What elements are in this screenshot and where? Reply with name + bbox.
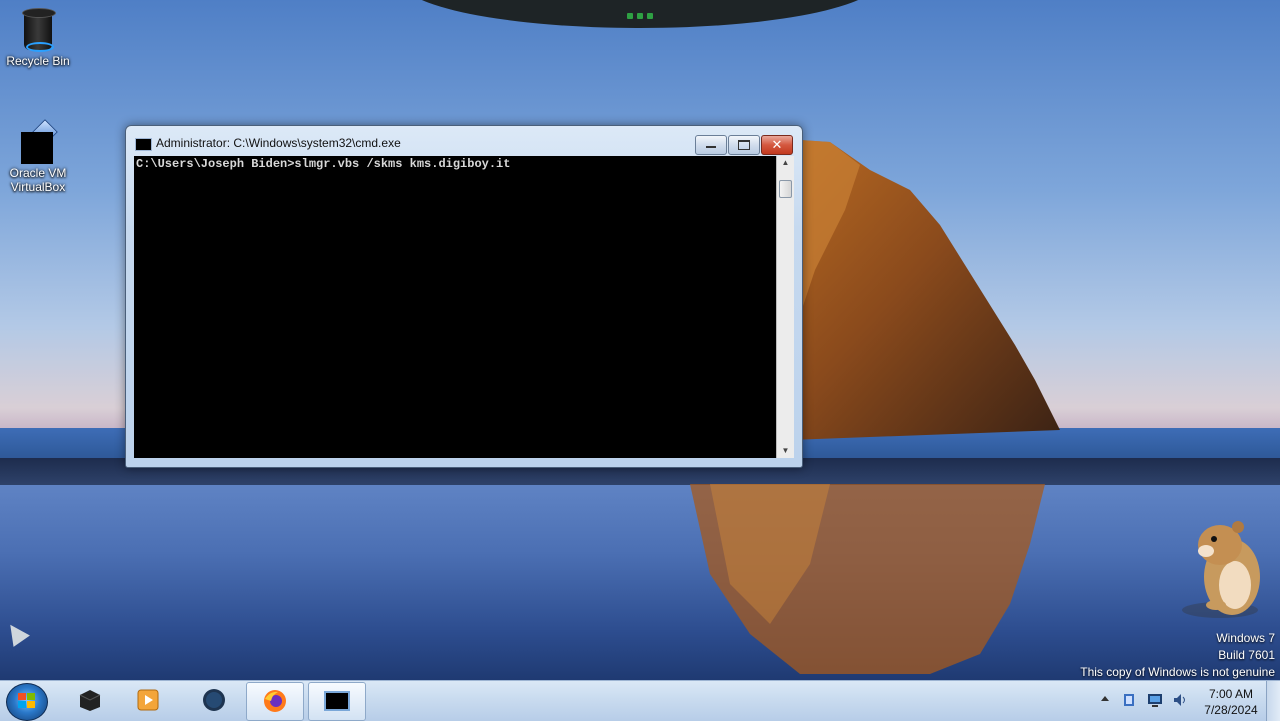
watermark-os: Windows 7 — [1216, 631, 1275, 645]
action-center-icon[interactable] — [1121, 692, 1137, 708]
cmd-icon — [324, 691, 350, 711]
taskbar-command-prompt[interactable] — [308, 682, 366, 721]
show-hidden-icons-icon[interactable] — [1101, 696, 1109, 701]
cmd-icon — [135, 138, 152, 151]
minimize-button[interactable] — [695, 135, 727, 155]
window-titlebar[interactable]: Administrator: C:\Windows\system32\cmd.e… — [126, 126, 802, 156]
desktop-icon-label-line1: Oracle VM — [9, 166, 67, 180]
maximize-button[interactable] — [728, 135, 760, 155]
maximize-icon — [738, 140, 750, 150]
console-area[interactable]: C:\Users\Joseph Biden>slmgr.vbs /skms km… — [134, 156, 776, 458]
watermark-notice: This copy of Windows is not genuine — [1080, 665, 1275, 679]
cmd-window[interactable]: Administrator: C:\Windows\system32\cmd.e… — [125, 125, 803, 468]
system-clock[interactable]: 7:00 AM 7/28/2024 — [1196, 686, 1266, 718]
globe-icon — [203, 689, 225, 711]
firefox-icon — [264, 690, 286, 712]
sea-rock — [790, 140, 1060, 440]
media-player-icon — [137, 689, 159, 711]
volume-icon[interactable] — [1172, 692, 1188, 708]
windows-logo-icon — [18, 693, 36, 709]
scroll-down-icon[interactable]: ▼ — [777, 444, 794, 458]
vertical-scrollbar[interactable]: ▲ ▼ — [776, 156, 794, 458]
recycle-bin-icon — [20, 6, 56, 52]
top-gadget — [400, 0, 880, 28]
virtualbox-icon — [19, 119, 58, 164]
desktop-icon-label-line2: VirtualBox — [10, 180, 66, 194]
network-icon[interactable] — [1147, 692, 1163, 708]
clock-time: 7:00 AM — [1208, 687, 1254, 701]
taskbar-globe-app[interactable] — [186, 682, 242, 719]
desktop: Recycle Bin Oracle VM VirtualBox Adminis… — [0, 0, 1280, 680]
close-icon: ✕ — [771, 137, 783, 152]
taskbar-media-player[interactable] — [120, 682, 176, 719]
rock-reflection — [690, 484, 1045, 674]
taskbar-firefox[interactable] — [246, 682, 304, 721]
desktop-icon-virtualbox[interactable]: Oracle VM VirtualBox — [0, 119, 76, 194]
minimize-icon — [706, 146, 716, 148]
watermark-build: Build 7601 — [1218, 648, 1275, 662]
hamster-gadget-icon — [1182, 521, 1260, 618]
desktop-icon-recycle-bin[interactable]: Recycle Bin — [0, 6, 76, 68]
console-line: C:\Users\Joseph Biden>slmgr.vbs /skms km… — [136, 157, 511, 171]
clock-date: 7/28/2024 — [1204, 703, 1258, 717]
scroll-up-icon[interactable]: ▲ — [777, 156, 794, 170]
close-button[interactable]: ✕ — [761, 135, 793, 155]
desktop-icon-label: Recycle Bin — [6, 54, 70, 68]
virtualbox-icon — [79, 690, 101, 711]
show-desktop-button[interactable] — [1266, 681, 1280, 721]
gadget-indicator — [625, 6, 655, 19]
start-button[interactable] — [6, 683, 48, 721]
scroll-thumb[interactable] — [779, 180, 792, 198]
taskbar-virtualbox[interactable] — [62, 682, 118, 719]
genuine-watermark: Windows 7 Build 7601 This copy of Window… — [1080, 630, 1275, 680]
taskbar: 7:00 AM 7/28/2024 — [0, 680, 1280, 721]
window-title: Administrator: C:\Windows\system32\cmd.e… — [156, 136, 401, 150]
